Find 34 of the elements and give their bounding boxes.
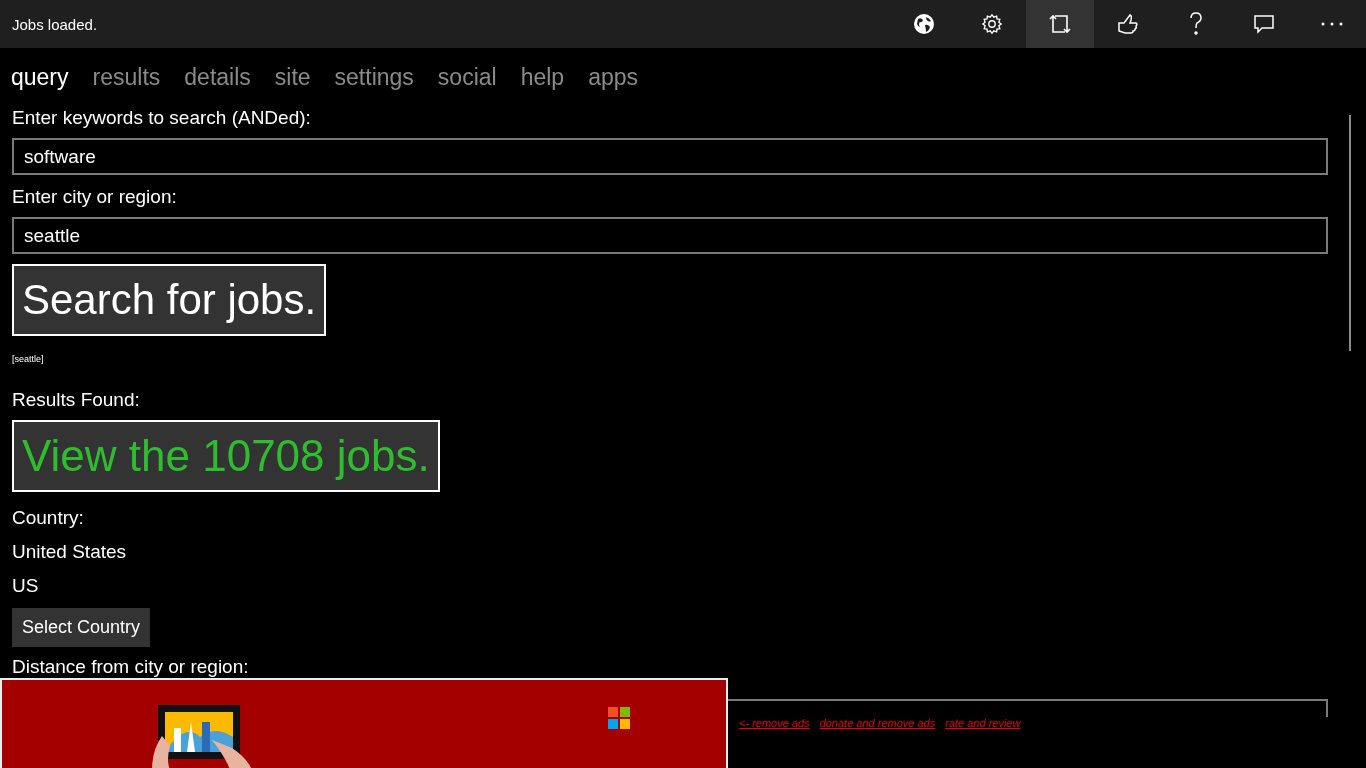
help-icon xyxy=(1189,12,1203,36)
settings-icon xyxy=(981,13,1003,35)
tab[interactable]: apps xyxy=(588,63,638,91)
distance-label: Distance from city or region: xyxy=(12,655,249,679)
country-label: Country: xyxy=(12,506,84,530)
ad-link[interactable]: donate and remove ads xyxy=(819,717,936,729)
location-label: Enter city or region: xyxy=(12,185,177,209)
tab[interactable]: site xyxy=(274,63,311,91)
toolbar-button[interactable] xyxy=(1026,0,1094,48)
tab[interactable]: query xyxy=(11,63,69,91)
keywords-field[interactable]: software xyxy=(12,138,1328,175)
tab[interactable]: results xyxy=(92,63,161,91)
ad-link[interactable]: rate and review xyxy=(945,717,1021,729)
repeat-icon xyxy=(1049,14,1071,34)
tab[interactable]: social xyxy=(437,63,497,91)
tab[interactable]: details xyxy=(184,63,251,91)
keywords-label: Enter keywords to search (ANDed): xyxy=(12,106,311,130)
query-echo: [seattle] xyxy=(12,354,44,364)
status-text: Jobs loaded. xyxy=(11,15,98,33)
comment-icon xyxy=(1253,13,1275,35)
tab[interactable]: settings xyxy=(334,63,414,91)
scrollbar[interactable] xyxy=(1349,115,1351,351)
more-icon xyxy=(1321,22,1343,26)
select-country-button[interactable]: Select Country xyxy=(12,608,151,647)
results-label: Results Found: xyxy=(12,388,140,412)
tab[interactable]: help xyxy=(520,63,565,91)
ad-link[interactable]: <- remove ads xyxy=(739,717,810,729)
location-field[interactable]: seattle xyxy=(12,217,1328,254)
country-code: US xyxy=(12,574,39,598)
view-jobs-button[interactable]: View the 10708 jobs. xyxy=(12,420,440,492)
search-button[interactable]: Search for jobs. xyxy=(12,264,327,336)
thumbs-up-icon xyxy=(1117,13,1139,35)
country-name: United States xyxy=(12,540,127,564)
globe-icon xyxy=(913,13,935,35)
